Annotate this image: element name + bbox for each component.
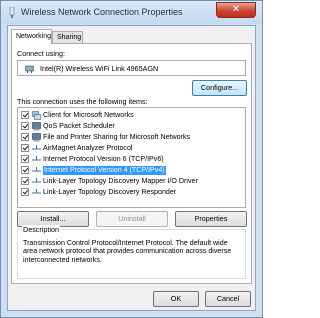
checkbox[interactable] bbox=[21, 122, 29, 130]
configure-button[interactable]: Configure... bbox=[192, 80, 247, 96]
protocol-icon bbox=[32, 156, 41, 161]
adapter-field[interactable]: Intel(R) Wireless WiFi Link 4965AGN bbox=[17, 60, 246, 76]
checkbox[interactable] bbox=[21, 111, 29, 119]
cancel-button[interactable]: Cancel bbox=[205, 291, 251, 307]
description-text: Transmission Control Protocol/Internet P… bbox=[23, 239, 232, 264]
network-connection-icon bbox=[9, 7, 15, 18]
protocol-icon bbox=[32, 178, 41, 183]
checkbox[interactable] bbox=[21, 133, 29, 141]
item-label: Link-Layer Topology Discovery Responder bbox=[43, 188, 177, 196]
checkbox[interactable] bbox=[21, 166, 29, 174]
item-label: Link-Layer Topology Discovery Mapper I/O… bbox=[43, 177, 198, 185]
network-adapter-icon bbox=[25, 65, 34, 73]
list-item[interactable]: Internet Protocol Version 6 (TCP/IPv6) bbox=[19, 154, 244, 165]
item-label: AirMagnet Analyzer Protocol bbox=[43, 144, 133, 152]
list-item[interactable]: Client for Microsoft Networks bbox=[19, 110, 244, 121]
properties-button[interactable]: Properties bbox=[175, 211, 247, 227]
list-item[interactable]: File and Printer Sharing for Microsoft N… bbox=[19, 132, 244, 143]
list-item[interactable]: AirMagnet Analyzer Protocol bbox=[19, 143, 244, 154]
title-bar[interactable]: Wireless Network Connection Properties ✕ bbox=[1, 1, 262, 24]
uninstall-button[interactable]: Uninstall bbox=[96, 211, 168, 227]
ok-button[interactable]: OK bbox=[153, 291, 199, 307]
checkbox[interactable] bbox=[21, 177, 29, 185]
list-item[interactable]: QoS Packet Scheduler bbox=[19, 121, 244, 132]
components-list[interactable]: Client for Microsoft Networks QoS Packet… bbox=[17, 107, 246, 208]
item-label: Internet Protocol Version 6 (TCP/IPv6) bbox=[43, 155, 164, 163]
protocol-icon bbox=[32, 145, 41, 150]
close-icon: ✕ bbox=[231, 4, 241, 15]
list-item[interactable]: Link-Layer Topology Discovery Responder bbox=[19, 187, 244, 198]
connect-using-label: Connect using: bbox=[17, 49, 65, 58]
protocol-icon bbox=[32, 167, 41, 172]
service-icon bbox=[32, 133, 41, 142]
protocol-icon bbox=[32, 189, 41, 194]
properties-dialog: Wireless Network Connection Properties ✕… bbox=[0, 0, 263, 318]
list-item[interactable]: Link-Layer Topology Discovery Mapper I/O… bbox=[19, 176, 244, 187]
checkbox[interactable] bbox=[21, 155, 29, 163]
service-icon bbox=[32, 122, 41, 131]
item-label: File and Printer Sharing for Microsoft N… bbox=[43, 133, 191, 141]
network-client-icon bbox=[32, 111, 41, 120]
description-title: Description bbox=[22, 225, 60, 234]
item-label: Client for Microsoft Networks bbox=[43, 111, 134, 119]
tab-networking[interactable]: Networking bbox=[11, 29, 52, 44]
checkbox[interactable] bbox=[21, 144, 29, 152]
adapter-name: Intel(R) Wireless WiFi Link 4965AGN bbox=[40, 64, 159, 73]
close-button[interactable]: ✕ bbox=[216, 2, 256, 18]
tab-sharing[interactable]: Sharing bbox=[52, 31, 83, 43]
window-title: Wireless Network Connection Properties bbox=[21, 7, 183, 17]
description-group: Description Transmission Control Protoco… bbox=[17, 225, 246, 279]
item-label: Internet Protocol Version 4 (TCP/IPv4) bbox=[43, 166, 166, 175]
list-item-selected[interactable]: Internet Protocol Version 4 (TCP/IPv4) bbox=[19, 165, 244, 176]
item-label: QoS Packet Scheduler bbox=[43, 122, 115, 130]
dialog-client-area: Networking Sharing Connect using: Intel(… bbox=[7, 25, 256, 311]
networking-panel: Connect using: Intel(R) Wireless WiFi Li… bbox=[11, 43, 252, 284]
checkbox[interactable] bbox=[21, 188, 29, 196]
items-label: This connection uses the following items… bbox=[17, 97, 148, 106]
